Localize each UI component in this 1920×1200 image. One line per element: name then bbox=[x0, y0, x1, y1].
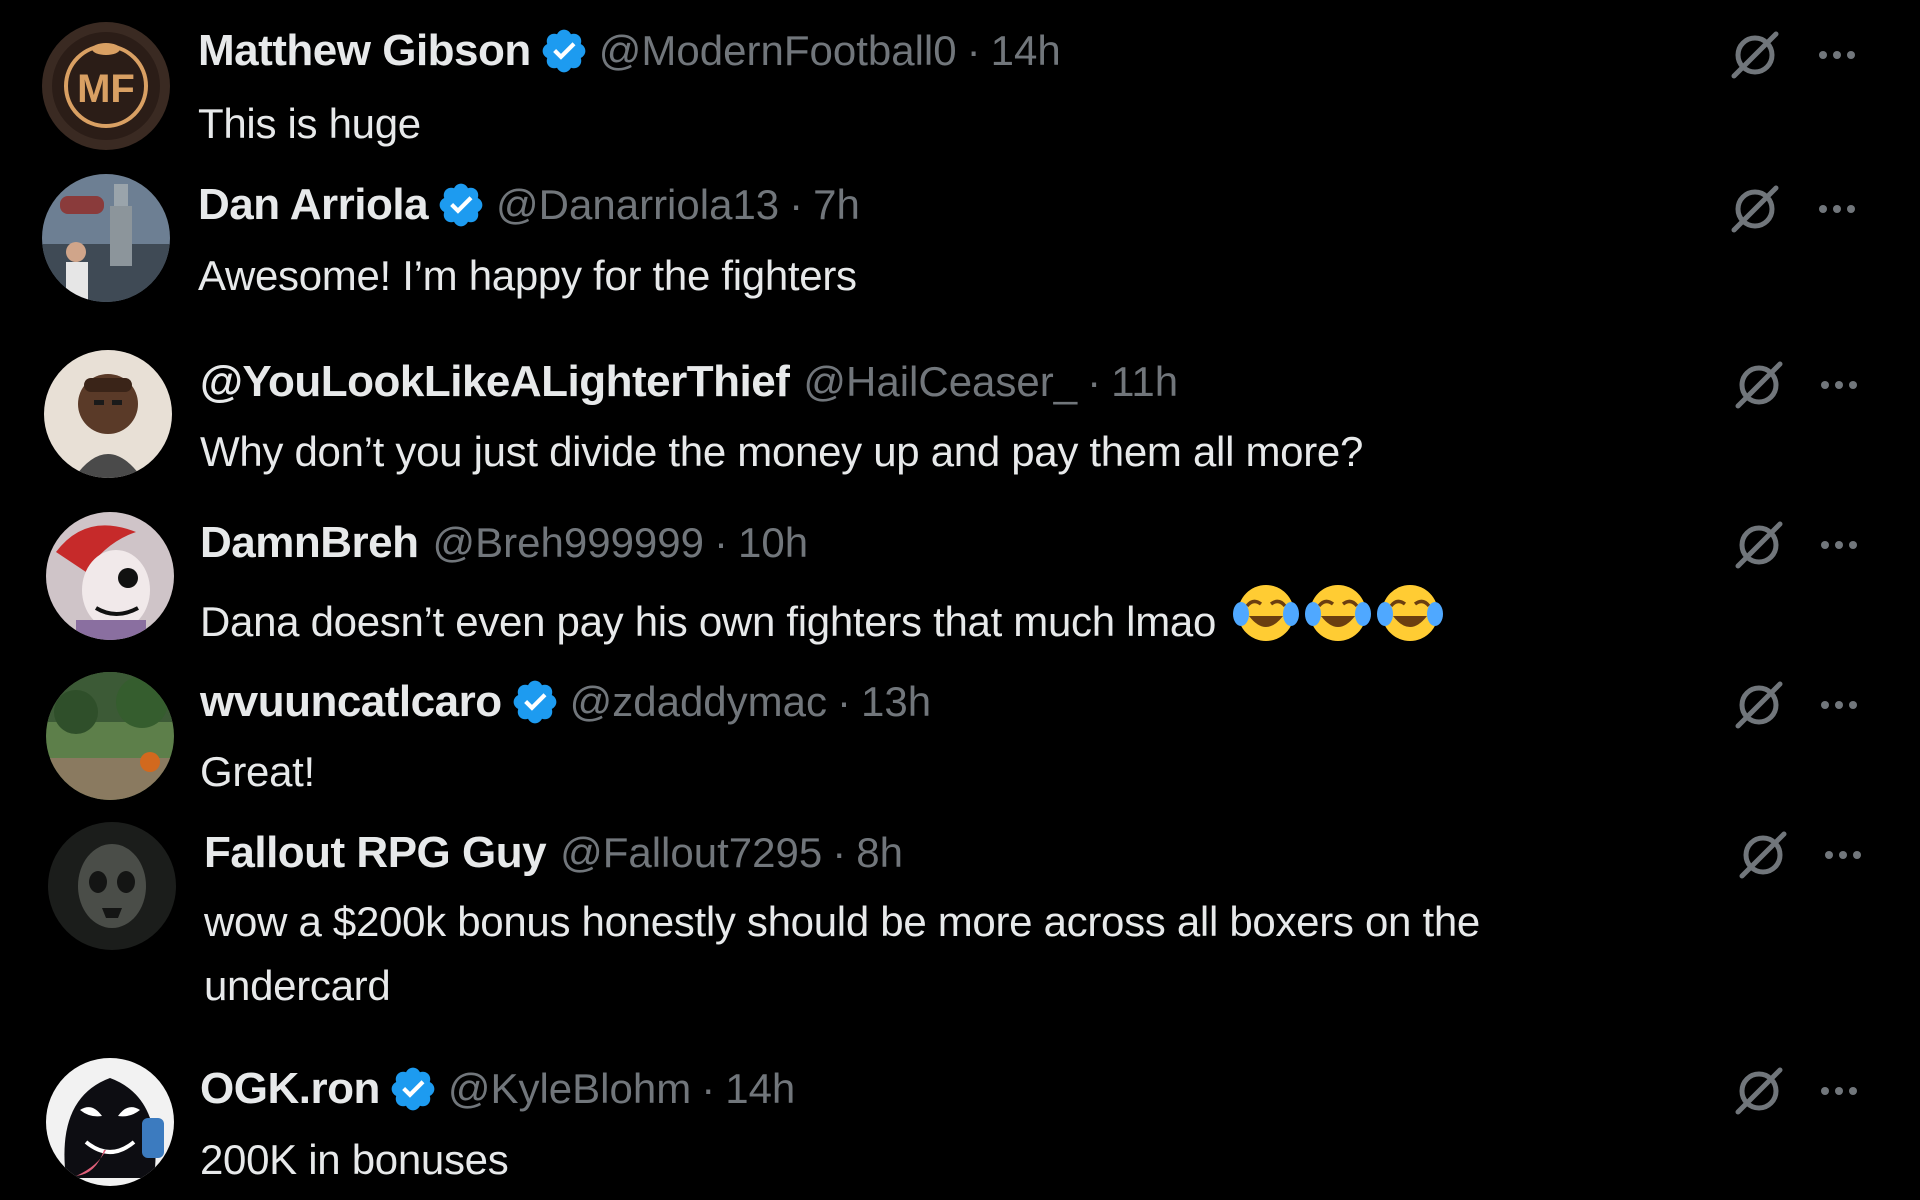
more-options-icon[interactable] bbox=[1812, 358, 1866, 412]
display-name[interactable]: @YouLookLikeALighterThief bbox=[200, 357, 790, 407]
separator-dot: · bbox=[789, 181, 804, 228]
reply-text: Awesome! I’m happy for the fighters bbox=[198, 252, 857, 299]
timestamp[interactable]: 14h bbox=[991, 27, 1061, 75]
separator-dot: · bbox=[1087, 358, 1102, 405]
user-handle[interactable]: @ModernFootball0 bbox=[599, 27, 957, 75]
replies-feed: MF Matthew Gibson @ModernFootball0 · 14h… bbox=[0, 0, 1920, 1200]
separator-dot: · bbox=[832, 829, 847, 876]
timestamp[interactable]: 14h bbox=[725, 1065, 795, 1113]
face-with-tears-of-joy-icon bbox=[1305, 580, 1372, 646]
timestamp[interactable]: 11h bbox=[1111, 358, 1178, 406]
reply-text: 200K in bonuses bbox=[200, 1136, 509, 1183]
display-name[interactable]: Dan Arriola bbox=[198, 180, 429, 230]
avatar[interactable] bbox=[48, 822, 176, 950]
user-handle[interactable]: @Danarriola13 bbox=[496, 181, 779, 229]
grok-icon[interactable] bbox=[1726, 180, 1784, 238]
svg-text:MF: MF bbox=[77, 67, 135, 111]
reply-text-line-1: wow a $200k bonus honestly should be mor… bbox=[204, 898, 1480, 945]
reply-header: Matthew Gibson @ModernFootball0 · 14h bbox=[198, 24, 1061, 78]
timestamp[interactable]: 13h bbox=[861, 678, 931, 726]
more-options-icon[interactable] bbox=[1812, 678, 1866, 732]
avatar[interactable] bbox=[46, 1058, 174, 1186]
reply-text: This is huge bbox=[198, 100, 421, 147]
skull-mask-icon bbox=[48, 822, 176, 950]
reply-text-line: Dana doesn’t even pay his own fighters t… bbox=[200, 580, 1444, 654]
mf-logo-icon: MF bbox=[42, 22, 170, 150]
timestamp[interactable]: 10h bbox=[738, 519, 808, 567]
photo-garden-icon bbox=[46, 672, 174, 800]
reply-text: Why don’t you just divide the money up a… bbox=[200, 428, 1364, 475]
more-options-icon[interactable] bbox=[1816, 828, 1870, 882]
display-name[interactable]: Fallout RPG Guy bbox=[204, 828, 547, 878]
reply-header: Dan Arriola @Danarriola13 · 7h bbox=[198, 178, 860, 232]
reply-header: DamnBreh @Breh999999 · 10h bbox=[200, 516, 808, 570]
more-options-icon[interactable] bbox=[1812, 1064, 1866, 1118]
venom-icon bbox=[46, 1058, 174, 1186]
face-with-tears-of-joy-icon bbox=[1377, 580, 1444, 646]
verified-badge-icon bbox=[388, 1064, 438, 1114]
separator-dot: · bbox=[701, 1065, 716, 1112]
reply-header: wvuuncatlcaro @zdaddymac · 13h bbox=[200, 675, 931, 729]
verified-badge-icon bbox=[510, 677, 560, 727]
reply-header: Fallout RPG Guy @Fallout7295 · 8h bbox=[204, 826, 903, 880]
grok-icon[interactable] bbox=[1730, 356, 1788, 414]
user-handle[interactable]: @HailCeaser_ bbox=[803, 358, 1077, 406]
separator-dot: · bbox=[714, 519, 729, 566]
avatar[interactable]: MF bbox=[42, 22, 170, 150]
user-handle[interactable]: @Breh999999 bbox=[433, 519, 705, 567]
avatar[interactable] bbox=[42, 174, 170, 302]
grok-icon[interactable] bbox=[1730, 1062, 1788, 1120]
user-handle[interactable]: @KyleBlohm bbox=[448, 1065, 691, 1113]
timestamp[interactable]: 8h bbox=[856, 829, 903, 877]
separator-dot: · bbox=[966, 27, 981, 74]
user-handle[interactable]: @zdaddymac bbox=[570, 678, 827, 726]
cartoon-icon bbox=[46, 512, 174, 640]
display-name[interactable]: wvuuncatlcaro bbox=[200, 677, 502, 727]
display-name[interactable]: OGK.ron bbox=[200, 1064, 380, 1114]
display-name[interactable]: Matthew Gibson bbox=[198, 26, 531, 76]
face-with-tears-of-joy-icon bbox=[1233, 580, 1300, 646]
reply-text: Dana doesn’t even pay his own fighters t… bbox=[200, 598, 1217, 645]
verified-badge-icon bbox=[436, 180, 486, 230]
more-options-icon[interactable] bbox=[1810, 182, 1864, 236]
more-options-icon[interactable] bbox=[1810, 28, 1864, 82]
timestamp[interactable]: 7h bbox=[813, 181, 860, 229]
more-options-icon[interactable] bbox=[1812, 518, 1866, 572]
avatar[interactable] bbox=[46, 672, 174, 800]
photo-statue-icon bbox=[42, 174, 170, 302]
reply-header: OGK.ron @KyleBlohm · 14h bbox=[200, 1062, 795, 1116]
reply-text: wow a $200k bonus honestly should be mor… bbox=[204, 890, 1480, 1018]
grok-icon[interactable] bbox=[1730, 516, 1788, 574]
separator-dot: · bbox=[837, 678, 852, 725]
grok-icon[interactable] bbox=[1726, 26, 1784, 84]
grok-icon[interactable] bbox=[1734, 826, 1792, 884]
reply-text-line-2: undercard bbox=[204, 962, 391, 1009]
avatar[interactable] bbox=[46, 512, 174, 640]
reply-header: @YouLookLikeALighterThief @HailCeaser_ ·… bbox=[200, 355, 1178, 409]
display-name[interactable]: DamnBreh bbox=[200, 518, 419, 568]
avatar[interactable] bbox=[44, 350, 172, 478]
verified-badge-icon bbox=[539, 26, 589, 76]
grok-icon[interactable] bbox=[1730, 676, 1788, 734]
reply-text: Great! bbox=[200, 748, 315, 795]
photo-person-icon bbox=[44, 350, 172, 478]
user-handle[interactable]: @Fallout7295 bbox=[560, 829, 822, 877]
